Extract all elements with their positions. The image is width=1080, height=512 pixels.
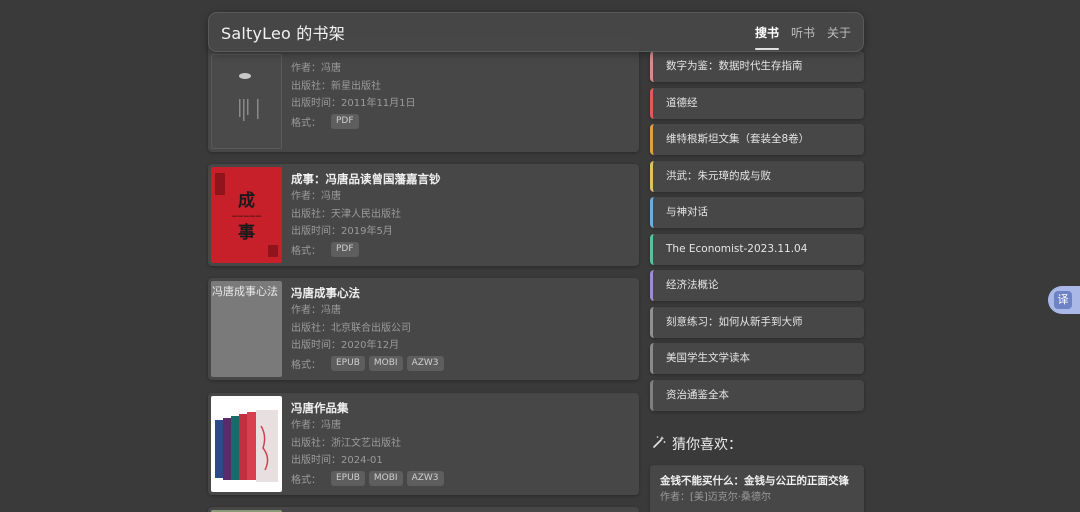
format-tag-pdf[interactable]: PDF (331, 114, 359, 129)
recommend-card[interactable]: 金钱不能买什么：金钱与公正的正面交锋 作者：[美]迈克尔·桑德尔 (650, 465, 864, 512)
cover-decoration (268, 245, 278, 257)
formats-label: 格式： (291, 360, 321, 371)
book-cover[interactable]: 成 ————— 事 (211, 167, 282, 263)
book-cover-broken-image[interactable]: 冯唐成事心法 (211, 281, 282, 377)
nav-search-books[interactable]: 搜书 (754, 20, 779, 50)
book-formats: 格式： PDF (291, 241, 631, 259)
main-nav: 搜书 听书 关于 (754, 20, 851, 50)
book-info: 作者：冯唐 出版社：新星出版社 出版时间：2011年11月1日 格式： PDF (291, 42, 631, 131)
book-author: 作者：冯唐 (291, 191, 341, 202)
book-card[interactable]: 冯唐作品集 作者：冯唐 出版社：浙江文艺出版社 出版时间：2024-01 格式：… (208, 393, 639, 495)
format-tag-mobi[interactable]: MOBI (368, 471, 403, 486)
book-card[interactable] (208, 507, 639, 512)
book-info: 冯唐成事心法 作者：冯唐 出版社：北京联合出版公司 出版时间：2020年12月 … (291, 284, 631, 373)
book-cover[interactable] (211, 54, 282, 149)
book-formats: 格式： EPUB MOBI AZW3 (291, 470, 631, 488)
book-cover[interactable] (211, 396, 282, 492)
format-tag-azw3[interactable]: AZW3 (406, 471, 444, 486)
rank-item[interactable]: The Economist-2023.11.04 (650, 234, 864, 265)
format-tag-azw3[interactable]: AZW3 (406, 356, 444, 371)
rank-item[interactable]: 维特根斯坦文集（套装全8卷） (650, 124, 864, 155)
magic-wand-icon (652, 435, 666, 453)
recommend-book-author: 作者：[美]迈克尔·桑德尔 (660, 492, 771, 503)
recommend-book-title[interactable]: 金钱不能买什么：金钱与公正的正面交锋 (660, 473, 854, 489)
book-author: 作者：冯唐 (291, 305, 341, 316)
rank-item[interactable]: 与神对话 (650, 197, 864, 228)
recommend-title: 猜你喜欢： (672, 437, 742, 453)
rank-item[interactable]: 经济法概论 (650, 270, 864, 301)
cover-char: 事 (238, 223, 255, 243)
book-publisher: 出版社：新星出版社 (291, 80, 381, 92)
book-card[interactable]: 作者：冯唐 出版社：新星出版社 出版时间：2011年11月1日 格式： PDF (208, 38, 639, 152)
format-tag-epub[interactable]: EPUB (331, 471, 365, 486)
book-date: 出版时间：2011年11月1日 (291, 98, 416, 109)
book-info: 成事：冯唐品读曾国藩嘉言钞 作者：冯唐 出版社：天津人民出版社 出版时间：201… (291, 170, 631, 259)
rank-item[interactable]: 洪武：朱元璋的成与败 (650, 161, 864, 192)
book-title[interactable]: 成事：冯唐品读曾国藩嘉言钞 (291, 170, 631, 188)
book-card[interactable]: 冯唐成事心法 冯唐成事心法 作者：冯唐 出版社：北京联合出版公司 出版时间：20… (208, 278, 639, 380)
book-formats: 格式： PDF (291, 113, 631, 131)
book-date: 出版时间：2019年5月 (291, 226, 393, 237)
nav-about[interactable]: 关于 (827, 20, 851, 45)
site-title[interactable]: SaltyLeo 的书架 (221, 20, 345, 44)
book-title[interactable]: 冯唐成事心法 (291, 284, 631, 302)
rank-item[interactable]: 美国学生文学读本 (650, 343, 864, 374)
format-tag-pdf[interactable]: PDF (331, 242, 359, 257)
nav-audiobooks[interactable]: 听书 (791, 20, 815, 45)
format-tag-epub[interactable]: EPUB (331, 356, 365, 371)
book-info: 冯唐作品集 作者：冯唐 出版社：浙江文艺出版社 出版时间：2024-01 格式：… (291, 399, 631, 488)
book-author: 作者：冯唐 (291, 420, 341, 431)
book-publisher: 出版社：天津人民出版社 (291, 208, 401, 220)
rank-item[interactable]: 道德经 (650, 88, 864, 119)
rank-item[interactable]: 资治通鉴全本 (650, 380, 864, 411)
book-publisher: 出版社：北京联合出版公司 (291, 322, 411, 334)
book-author: 作者：冯唐 (291, 63, 341, 74)
formats-label: 格式： (291, 118, 321, 129)
book-date: 出版时间：2024-01 (291, 455, 383, 466)
formats-label: 格式： (291, 475, 321, 486)
translate-icon: 译 (1054, 291, 1072, 309)
cover-subtitle-strip: ————— (231, 213, 262, 220)
book-publisher: 出版社：浙江文艺出版社 (291, 437, 401, 449)
site-header: SaltyLeo 的书架 搜书 听书 关于 (208, 12, 864, 52)
translate-button[interactable]: 译 (1048, 286, 1080, 314)
cover-alt-text: 冯唐成事心法 (212, 285, 278, 298)
book-card[interactable]: 成 ————— 事 成事：冯唐品读曾国藩嘉言钞 作者：冯唐 出版社：天津人民出版… (208, 164, 639, 266)
formats-label: 格式： (291, 246, 321, 257)
cover-decoration (215, 173, 225, 195)
book-formats: 格式： EPUB MOBI AZW3 (291, 355, 631, 373)
book-date: 出版时间：2020年12月 (291, 340, 400, 351)
rank-item[interactable]: 数字为鉴：数据时代生存指南 (650, 51, 864, 82)
book-title[interactable]: 冯唐作品集 (291, 399, 631, 417)
format-tag-mobi[interactable]: MOBI (368, 356, 403, 371)
rank-item[interactable]: 刻意练习：如何从新手到大师 (650, 307, 864, 338)
recommend-heading: 猜你喜欢： (652, 434, 742, 454)
